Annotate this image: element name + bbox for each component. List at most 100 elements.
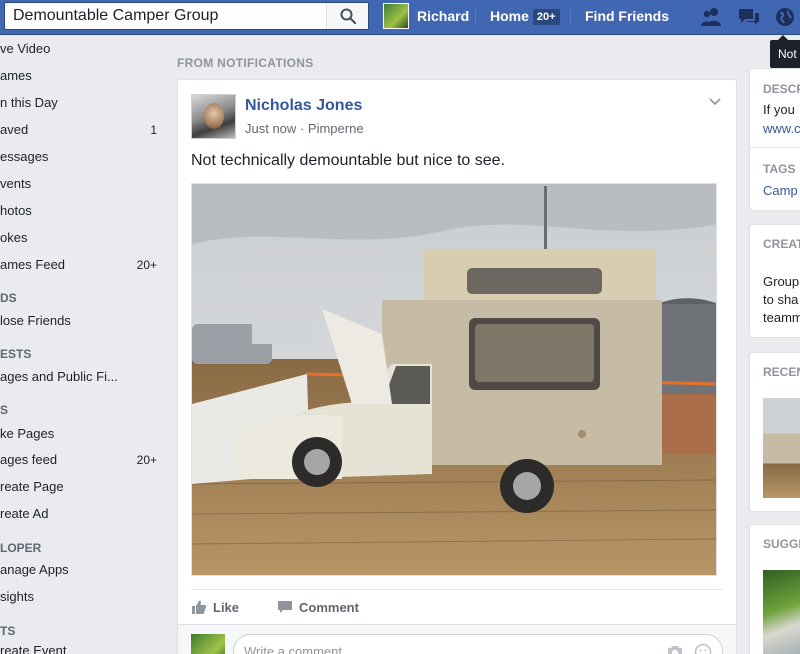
sidebar-item-manage-apps[interactable]: anage Apps — [0, 557, 165, 583]
sidebar-item-label: lose Friends — [0, 313, 71, 328]
sidebar-item-label: anage Apps — [0, 562, 69, 577]
home-link[interactable]: Home 20+ — [490, 0, 560, 34]
author-avatar[interactable] — [191, 94, 236, 139]
sidebar-item-label: ke Pages — [0, 426, 55, 441]
comment-bubble-icon — [278, 601, 292, 613]
sidebar-item-label: essages — [0, 149, 49, 164]
sidebar-item-close-friends[interactable]: lose Friends — [0, 308, 165, 334]
sidebar-item-like-pages[interactable]: ke Pages — [0, 421, 165, 447]
sidebar-heading-friends: DS — [0, 291, 17, 305]
camera-icon[interactable] — [666, 643, 684, 654]
comment-composer — [178, 624, 736, 654]
find-friends-link[interactable]: Find Friends — [585, 0, 669, 34]
recent-photos-card: RECEN — [749, 352, 800, 512]
like-button[interactable]: Like — [191, 597, 239, 617]
sidebar-item-create-event[interactable]: reate Event — [0, 638, 165, 654]
sidebar-item-count: 20+ — [136, 453, 157, 467]
notifications-tooltip: Not — [770, 35, 800, 68]
nav-divider — [475, 9, 476, 25]
profile-link[interactable]: Richard — [417, 0, 469, 34]
recent-photo-thumbnail[interactable] — [763, 398, 800, 498]
sidebar-item-label: ames — [0, 68, 32, 83]
sidebar-heading-interests: ESTS — [0, 347, 32, 361]
sidebar-item-messages[interactable]: essages — [0, 144, 165, 170]
sidebar-item-games[interactable]: ames — [0, 63, 165, 89]
post-text: Not technically demountable but nice to … — [191, 152, 505, 169]
friend-requests-icon — [701, 8, 721, 26]
sidebar-item-on-this-day[interactable]: n this Day — [0, 90, 165, 116]
search-box[interactable] — [4, 2, 369, 30]
sidebar-item-label: reate Ad — [0, 506, 49, 521]
description-text: If you — [763, 102, 795, 117]
user-avatar[interactable] — [383, 3, 409, 29]
sidebar-item-live-video[interactable]: ve Video — [0, 36, 165, 62]
search-input[interactable] — [5, 3, 325, 29]
suggested-groups-card: SUGGE — [749, 524, 800, 654]
tag-link[interactable]: Camp — [763, 183, 798, 198]
sidebar-item-count: 1 — [150, 123, 157, 137]
like-label: Like — [213, 599, 240, 615]
sidebar-item-label: vents — [0, 176, 32, 191]
create-text-line: Group — [763, 274, 800, 289]
create-text-line: teamm — [763, 310, 800, 325]
friend-requests-button[interactable] — [698, 5, 724, 29]
home-badge: 20+ — [532, 9, 560, 25]
description-link[interactable]: www.c — [763, 121, 800, 136]
sidebar-item-saved[interactable]: aved 1 — [0, 117, 165, 143]
sidebar-heading-pages: S — [0, 403, 9, 417]
post-card: Nicholas Jones Just now · Pimperne Not t… — [177, 79, 737, 654]
commenter-avatar — [191, 634, 225, 654]
suggested-group-thumbnail[interactable] — [763, 570, 800, 654]
post-location[interactable]: Pimperne — [308, 121, 364, 136]
notifications-button[interactable] — [772, 5, 798, 29]
sidebar-item-count: 20+ — [136, 258, 157, 272]
search-button[interactable] — [326, 3, 368, 29]
comment-input-wrapper[interactable] — [233, 634, 723, 654]
sidebar-item-photos[interactable]: hotos — [0, 198, 165, 224]
search-icon — [340, 8, 356, 24]
sidebar-item-games-feed[interactable]: ames Feed 20+ — [0, 252, 165, 278]
post-author[interactable]: Nicholas Jones — [245, 97, 362, 115]
sidebar-heading-developer: LOPER — [0, 541, 42, 555]
sidebar-item-pokes[interactable]: okes — [0, 225, 165, 251]
sidebar-item-create-ad[interactable]: reate Ad — [0, 501, 165, 527]
sidebar-item-label: ve Video — [0, 41, 51, 56]
section-label: FROM NOTIFICATIONS — [177, 56, 314, 70]
sidebar-item-insights[interactable]: sights — [0, 584, 165, 610]
post-meta: Just now · Pimperne — [245, 121, 364, 136]
camper-van-illustration — [192, 184, 716, 575]
suggested-heading: SUGGE — [763, 537, 800, 551]
sidebar-item-create-page[interactable]: reate Page — [0, 474, 165, 500]
sidebar-item-events[interactable]: vents — [0, 171, 165, 197]
card-divider — [750, 147, 800, 148]
sidebar-item-label: n this Day — [0, 95, 58, 110]
sidebar-item-label: hotos — [0, 203, 32, 218]
home-label: Home — [490, 8, 529, 24]
group-info-card: DESCR If you www.c TAGS Camp — [749, 68, 800, 211]
messages-icon — [739, 9, 759, 25]
sidebar-item-label: ames Feed — [0, 257, 66, 272]
actions-divider — [191, 589, 723, 590]
create-group-card: CREAT Group to sha teamm — [749, 224, 800, 338]
emoji-icon[interactable] — [694, 643, 712, 654]
comment-button[interactable]: Comment — [277, 597, 359, 617]
description-heading: DESCR — [763, 82, 800, 96]
sidebar-item-pages-feed[interactable]: ages feed 20+ — [0, 447, 165, 473]
sidebar-item-pages-public-figures[interactable]: ages and Public Fi... — [0, 364, 165, 390]
comment-input[interactable] — [244, 644, 624, 654]
sidebar-item-label: reate Event — [0, 643, 67, 654]
top-nav-bar: Richard Home20+ Find Friends — [0, 0, 800, 35]
post-timestamp[interactable]: Just now — [245, 121, 296, 136]
thumbs-up-icon — [192, 600, 207, 614]
messages-button[interactable] — [736, 5, 762, 29]
chevron-down-icon[interactable] — [708, 94, 722, 108]
create-heading: CREAT — [763, 237, 800, 251]
sidebar-item-label: sights — [0, 589, 34, 604]
find-friends-label: Find Friends — [585, 8, 669, 24]
tags-heading: TAGS — [763, 162, 796, 176]
notifications-globe-icon — [776, 8, 794, 26]
sidebar-item-label: ages and Public Fi... — [0, 369, 118, 384]
user-name: Richard — [417, 8, 470, 24]
sidebar-item-label: okes — [0, 230, 28, 245]
post-photo[interactable] — [191, 183, 717, 576]
